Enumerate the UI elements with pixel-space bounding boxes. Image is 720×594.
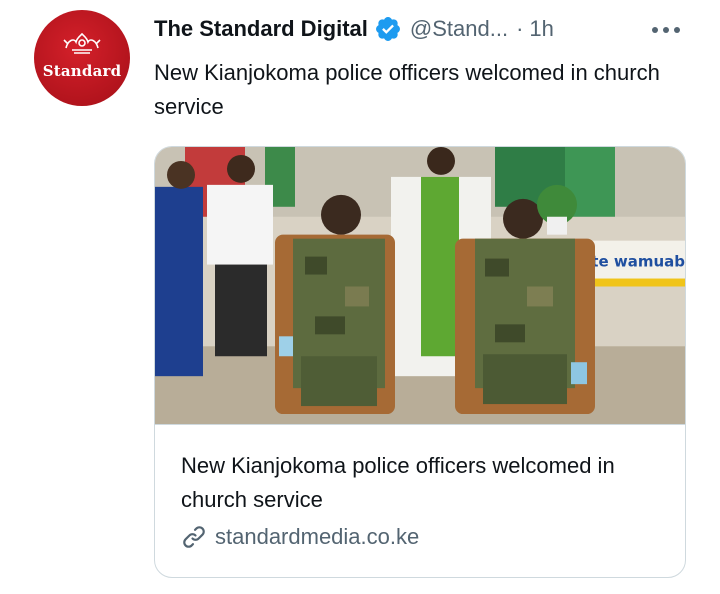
avatar[interactable]: Standard	[34, 10, 130, 106]
more-options-icon[interactable]	[648, 18, 684, 42]
timestamp[interactable]: 1h	[529, 16, 553, 42]
link-icon	[183, 526, 205, 548]
dot	[663, 27, 669, 33]
user-handle[interactable]: @Stand...	[410, 16, 508, 42]
tweet-header: The Standard Digital @Stand... · 1h	[154, 14, 554, 44]
display-name[interactable]: The Standard Digital	[154, 16, 368, 42]
tweet-text: New Kianjokoma police officers welcomed …	[154, 60, 660, 119]
dot	[652, 27, 658, 33]
avatar-logo-text: Standard	[42, 62, 122, 80]
card-domain-text: standardmedia.co.ke	[215, 524, 420, 549]
standard-crest-icon	[63, 32, 101, 54]
dot	[674, 27, 680, 33]
tweet[interactable]: Standard The Standard Digital @Stand... …	[0, 0, 720, 594]
separator-dot: ·	[516, 16, 524, 41]
article-photo[interactable]: ote wamuabudu	[155, 147, 686, 425]
verified-badge-icon[interactable]	[374, 15, 402, 43]
link-card[interactable]: ote wamuabudu	[154, 146, 686, 578]
card-domain[interactable]: standardmedia.co.ke	[181, 521, 419, 553]
banner-text: ote wamuabudu	[581, 253, 686, 271]
card-title[interactable]: New Kianjokoma police officers welcomed …	[181, 449, 661, 517]
